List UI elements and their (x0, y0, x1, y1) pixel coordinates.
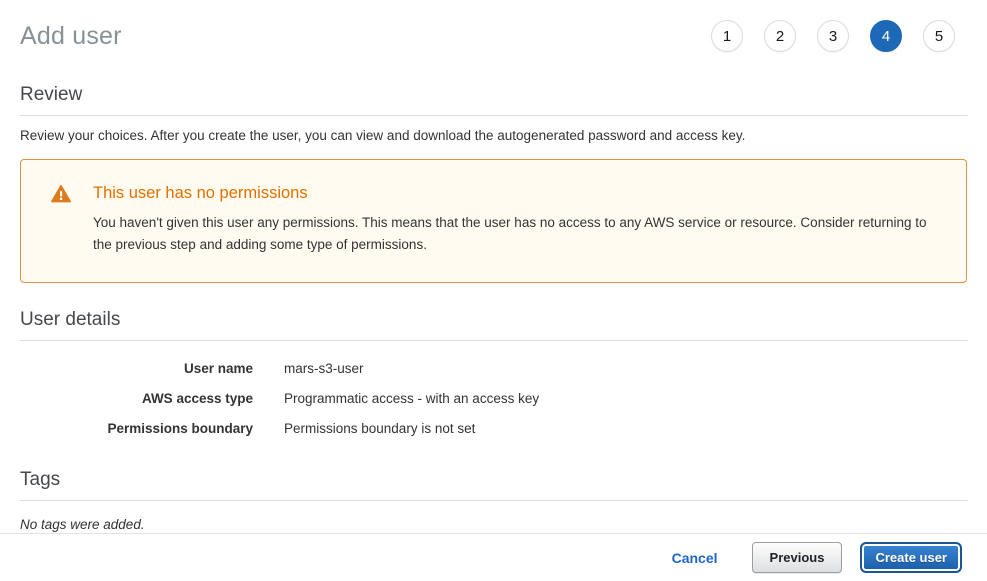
detail-value: Programmatic access - with an access key (284, 391, 539, 406)
section-divider (20, 115, 967, 116)
no-permissions-warning: This user has no permissions You haven't… (20, 159, 967, 283)
review-description: Review your choices. After you create th… (20, 128, 967, 143)
page-title: Add user (20, 22, 122, 51)
step-indicator-4-active: 4 (870, 20, 902, 52)
tags-section: Tags No tags were added. (20, 469, 967, 532)
section-divider (20, 340, 967, 341)
add-user-wizard: Add user 1 2 3 4 5 Review Review your ch… (0, 0, 987, 532)
wizard-header: Add user 1 2 3 4 5 (20, 0, 967, 58)
section-divider (20, 500, 967, 501)
detail-row-access-type: AWS access type Programmatic access - wi… (20, 383, 967, 413)
step-indicator-2: 2 (764, 20, 796, 52)
tags-empty-message: No tags were added. (20, 517, 967, 532)
detail-label: Permissions boundary (20, 421, 253, 436)
step-indicator-5: 5 (923, 20, 955, 52)
wizard-footer: Cancel Previous Create user (0, 533, 987, 581)
review-heading: Review (20, 84, 967, 115)
warning-body: You haven't given this user any permissi… (93, 212, 946, 256)
create-user-button[interactable]: Create user (860, 542, 962, 573)
previous-button[interactable]: Previous (752, 542, 843, 573)
step-indicator-3: 3 (817, 20, 849, 52)
user-details-section: User details User name mars-s3-user AWS … (20, 309, 967, 443)
detail-row-permissions-boundary: Permissions boundary Permissions boundar… (20, 413, 967, 443)
detail-row-user-name: User name mars-s3-user (20, 353, 967, 383)
review-section: Review Review your choices. After you cr… (20, 84, 967, 143)
user-details-rows: User name mars-s3-user AWS access type P… (20, 353, 967, 443)
detail-value: mars-s3-user (284, 361, 364, 376)
cancel-link[interactable]: Cancel (672, 550, 718, 566)
detail-value: Permissions boundary is not set (284, 421, 475, 436)
tags-heading: Tags (20, 469, 967, 500)
step-indicator: 1 2 3 4 5 (711, 20, 967, 52)
detail-label: AWS access type (20, 391, 253, 406)
step-indicator-1: 1 (711, 20, 743, 52)
detail-label: User name (20, 361, 253, 376)
user-details-heading: User details (20, 309, 967, 340)
warning-triangle-icon (51, 182, 71, 209)
warning-title: This user has no permissions (93, 182, 946, 204)
warning-text: This user has no permissions You haven't… (93, 182, 946, 256)
